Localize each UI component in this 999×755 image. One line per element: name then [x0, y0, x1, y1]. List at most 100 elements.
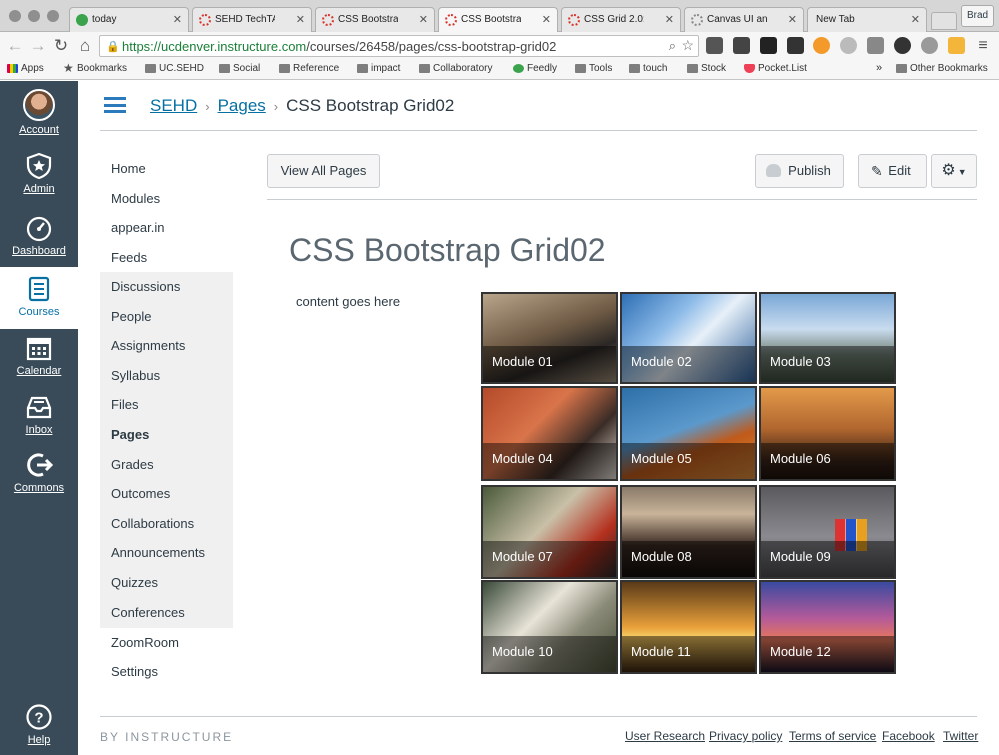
ghost-extension-icon[interactable] [921, 37, 938, 54]
course-nav-quizzes[interactable]: Quizzes [100, 568, 233, 598]
global-nav-courses[interactable]: Courses [0, 267, 78, 329]
course-nav-zoomroom[interactable]: ZoomRoom [100, 628, 233, 658]
module-tile[interactable]: Module 04 [481, 386, 618, 481]
browser-tab[interactable]: today ✕ [69, 7, 189, 32]
course-nav-outcomes[interactable]: Outcomes [100, 479, 233, 509]
settings-menu-button[interactable]: ⚙ ▼ [931, 154, 977, 188]
bookmark-folder[interactable]: Tools [575, 63, 612, 74]
course-nav-modules[interactable]: Modules [100, 184, 233, 214]
footer-link-privacy-policy[interactable]: Privacy policy [709, 729, 782, 743]
gray-extension-icon[interactable] [840, 37, 857, 54]
browser-tab[interactable]: CSS Bootstrap Gr ✕ [315, 7, 435, 32]
bookmark-feedly[interactable]: Feedly [513, 63, 557, 74]
zoom-window-icon[interactable] [47, 10, 59, 22]
course-nav-discussions[interactable]: Discussions [100, 272, 233, 302]
breadcrumb-pages-link[interactable]: Pages [218, 96, 266, 115]
module-tile[interactable]: Module 11 [620, 580, 757, 674]
film-extension-icon[interactable] [787, 37, 804, 54]
course-nav-collaborations[interactable]: Collaborations [100, 509, 233, 539]
publish-button[interactable]: Publish [755, 154, 844, 188]
course-nav-people[interactable]: People [100, 302, 233, 332]
close-tab-icon[interactable]: ✕ [788, 13, 797, 26]
global-nav-inbox[interactable]: Inbox [0, 393, 78, 436]
bookmark-apps[interactable]: Apps [7, 63, 44, 74]
close-tab-icon[interactable]: ✕ [911, 13, 920, 26]
minimize-window-icon[interactable] [28, 10, 40, 22]
edit-button[interactable]: ✎ Edit [858, 154, 927, 188]
course-nav-appear-in[interactable]: appear.in [100, 213, 233, 243]
menu-icon[interactable]: ≡ [972, 35, 994, 57]
global-nav-commons[interactable]: Commons [0, 451, 78, 494]
browser-tab[interactable]: CSS Grid 2.0: SEH ✕ [561, 7, 681, 32]
hamburger-menu-icon[interactable] [104, 97, 126, 113]
module-tile[interactable]: Module 06 [759, 386, 896, 481]
reload-icon[interactable]: ↻ [50, 35, 72, 57]
global-nav-calendar[interactable]: Calendar [0, 334, 78, 377]
global-nav-help[interactable]: ? Help [0, 703, 78, 746]
course-nav-syllabus[interactable]: Syllabus [100, 361, 233, 391]
browser-tab[interactable]: SEHD TechTAs: Pu ✕ [192, 7, 312, 32]
close-tab-icon[interactable]: ✕ [173, 13, 182, 26]
footer-link-facebook[interactable]: Facebook [882, 729, 935, 743]
bookmark-folder[interactable]: Social [219, 63, 260, 74]
close-tab-icon[interactable]: ✕ [665, 13, 674, 26]
browser-tab-active[interactable]: CSS Bootstrap Gr ✕ [438, 7, 558, 33]
module-tile[interactable]: Module 09 [759, 485, 896, 579]
bookmark-star-icon[interactable]: ☆ [681, 37, 694, 54]
course-nav-files[interactable]: Files [100, 390, 233, 420]
module-tile[interactable]: Module 07 [481, 485, 618, 579]
home-icon[interactable]: ⌂ [74, 35, 96, 57]
address-bar[interactable]: 🔒 https://ucdenver.instructure.com/cours… [99, 35, 699, 57]
module-tile[interactable]: Module 10 [481, 580, 618, 674]
close-tab-icon[interactable]: ✕ [296, 13, 305, 26]
course-nav-grades[interactable]: Grades [100, 450, 233, 480]
bookmark-folder[interactable]: Reference [279, 63, 339, 74]
breadcrumb-course-link[interactable]: SEHD [150, 96, 197, 115]
footer-link-twitter[interactable]: Twitter [943, 729, 978, 743]
course-nav-home[interactable]: Home [100, 154, 233, 184]
orange-extension-icon[interactable] [813, 37, 830, 54]
bookmark-pocket[interactable]: Pocket.List [744, 63, 807, 74]
course-nav-assignments[interactable]: Assignments [100, 331, 233, 361]
bookmark-folder[interactable]: UC.SEHD [145, 63, 204, 74]
global-nav-admin[interactable]: Admin [0, 152, 78, 195]
browser-tab[interactable]: New Tab ✕ [807, 7, 927, 32]
course-nav-feeds[interactable]: Feeds [100, 243, 233, 273]
course-nav-conferences[interactable]: Conferences [100, 598, 233, 628]
course-nav-pages[interactable]: Pages [100, 420, 233, 450]
bookmark-other[interactable]: Other Bookmarks [896, 63, 988, 74]
buffer-extension-icon[interactable] [760, 37, 777, 54]
module-tile[interactable]: Module 08 [620, 485, 757, 579]
course-nav-announcements[interactable]: Announcements [100, 538, 233, 568]
bookmark-bookmarks[interactable]: Bookmarks [63, 61, 127, 74]
bookmark-folder[interactable]: touch [629, 63, 667, 74]
bookmark-folder[interactable]: Stock [687, 63, 726, 74]
k-extension-icon[interactable] [948, 37, 965, 54]
close-tab-icon[interactable]: ✕ [419, 13, 428, 26]
back-icon[interactable]: ← [4, 35, 26, 57]
global-nav-dashboard[interactable]: Dashboard [0, 214, 78, 257]
zoom-magnifier-icon[interactable]: ⌕ [669, 38, 676, 54]
module-tile[interactable]: Module 05 [620, 386, 757, 481]
module-tile[interactable]: Module 12 [759, 580, 896, 674]
footer-link-user-research[interactable]: User Research [625, 729, 705, 743]
bookmarks-overflow-icon[interactable]: » [876, 62, 882, 74]
course-nav-settings[interactable]: Settings [100, 657, 233, 687]
forward-icon[interactable]: → [27, 35, 49, 57]
module-tile[interactable]: Module 01 [481, 292, 618, 384]
profile-button[interactable]: Brad [961, 5, 994, 27]
evernote-extension-icon[interactable] [733, 37, 750, 54]
bookmark-folder[interactable]: Collaboratory [419, 63, 492, 74]
bookmark-folder[interactable]: impact [357, 63, 400, 74]
check-extension-icon[interactable] [894, 37, 911, 54]
view-all-pages-button[interactable]: View All Pages [267, 154, 380, 188]
pocket-extension-icon[interactable] [706, 37, 723, 54]
close-tab-icon[interactable]: ✕ [542, 13, 551, 26]
module-tile[interactable]: Module 03 [759, 292, 896, 384]
footer-link-terms-of-service[interactable]: Terms of service [789, 729, 876, 743]
browser-tab[interactable]: Canvas UI and Th ✕ [684, 7, 804, 32]
module-tile[interactable]: Module 02 [620, 292, 757, 384]
global-nav-account[interactable]: Account [0, 89, 78, 136]
close-window-icon[interactable] [9, 10, 21, 22]
cast-extension-icon[interactable] [867, 37, 884, 54]
